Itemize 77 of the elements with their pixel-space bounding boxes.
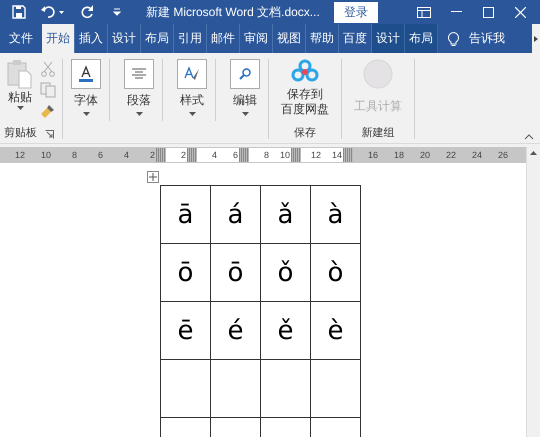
save-icon[interactable] xyxy=(12,5,26,19)
ruler-number: 8 xyxy=(70,150,78,160)
ruler-number: 26 xyxy=(496,150,509,160)
ruler-number: 6 xyxy=(96,150,104,160)
column-marker[interactable] xyxy=(239,148,249,162)
redo-icon[interactable] xyxy=(80,5,94,19)
ruler-number: 10 xyxy=(278,150,291,160)
column-marker[interactable] xyxy=(343,148,353,162)
column-marker[interactable] xyxy=(156,148,166,162)
table-cell: è xyxy=(310,302,360,360)
ruler-number: 12 xyxy=(310,150,322,160)
customize-caret-icon[interactable] xyxy=(113,8,121,16)
ribbon-tab[interactable]: 布局 xyxy=(405,24,438,53)
dropdown-button[interactable]: 段落 xyxy=(116,59,163,121)
scroll-right-icon[interactable] xyxy=(532,34,540,42)
ruler-number: 18 xyxy=(392,150,405,160)
ruler-number: 6 xyxy=(232,150,239,160)
column-marker[interactable] xyxy=(187,148,197,162)
dropdown-button[interactable]: 编辑 xyxy=(222,59,268,121)
table-cell: à xyxy=(310,186,360,244)
ruler-number: 20 xyxy=(418,150,431,160)
table-cell: ǎ xyxy=(260,186,310,244)
caret-icon xyxy=(16,106,24,110)
ruler-number: 16 xyxy=(366,150,379,160)
ribbon-tab[interactable]: 开始 xyxy=(42,24,75,53)
dialog-launcher-icon[interactable] xyxy=(45,130,54,139)
lightbulb-icon[interactable] xyxy=(448,30,459,46)
table-cell: ā xyxy=(160,186,210,244)
table-cell: á xyxy=(210,186,260,244)
align-center-icon xyxy=(131,68,147,80)
ribbon-tab[interactable]: 文件 xyxy=(0,24,42,53)
font-color-icon xyxy=(78,65,94,83)
ruler-number: 4 xyxy=(210,150,218,160)
ribbon-button[interactable]: 保存到 百度网盘 xyxy=(275,59,335,125)
ruler-number: 14 xyxy=(330,150,343,160)
caret-icon xyxy=(242,112,248,116)
caret-icon xyxy=(136,112,142,116)
paste-button[interactable]: 粘贴 xyxy=(6,59,34,125)
maximize-icon[interactable] xyxy=(482,6,494,18)
ruler-number: 10 xyxy=(40,150,52,160)
sign-in-button[interactable]: 登录 xyxy=(334,2,378,22)
ruler-number: 2 xyxy=(148,150,156,160)
table-cell: ō xyxy=(210,244,260,302)
table-move-handle-icon[interactable] xyxy=(147,171,159,183)
ribbon-display-icon[interactable] xyxy=(417,6,431,18)
undo-icon[interactable] xyxy=(41,5,65,19)
ruler-number: 4 xyxy=(122,150,130,160)
table-cell: é xyxy=(210,302,260,360)
search-icon xyxy=(238,67,252,81)
ruler-number: 24 xyxy=(470,150,483,160)
close-icon[interactable] xyxy=(514,6,526,18)
collapse-ribbon-icon[interactable] xyxy=(524,134,534,140)
circle-icon xyxy=(363,59,393,89)
table-cell: ē xyxy=(160,302,210,360)
clipboard-icon xyxy=(6,59,34,89)
cloud-icon xyxy=(290,59,320,83)
table-cell: ě xyxy=(260,302,310,360)
paintbrush-icon[interactable] xyxy=(40,103,56,119)
window-title: 新建 Microsoft Word 文档.docx... xyxy=(146,4,320,20)
group-label: 新建组 xyxy=(360,126,396,139)
dropdown-button[interactable]: 样式 xyxy=(169,59,216,121)
group-label: 保存 xyxy=(293,126,317,139)
dropdown-button[interactable]: 字体 xyxy=(63,59,110,121)
caret-icon xyxy=(82,112,90,116)
ribbon-tab[interactable]: 设计 xyxy=(372,24,405,53)
caret-icon xyxy=(188,112,196,116)
minimize-icon[interactable] xyxy=(450,11,462,13)
ruler-number: 12 xyxy=(14,150,26,160)
table-cell: ō xyxy=(160,244,210,302)
table-cell: ò xyxy=(310,244,360,302)
column-marker[interactable] xyxy=(291,148,301,162)
ruler-number: 22 xyxy=(444,150,457,160)
ruler-number: 8 xyxy=(262,150,270,160)
table-cell: ǒ xyxy=(260,244,310,302)
ruler-number: 2 xyxy=(180,150,187,160)
tell-me-field[interactable]: 告诉我 xyxy=(469,30,505,47)
group-label: 剪贴板 xyxy=(4,126,37,139)
